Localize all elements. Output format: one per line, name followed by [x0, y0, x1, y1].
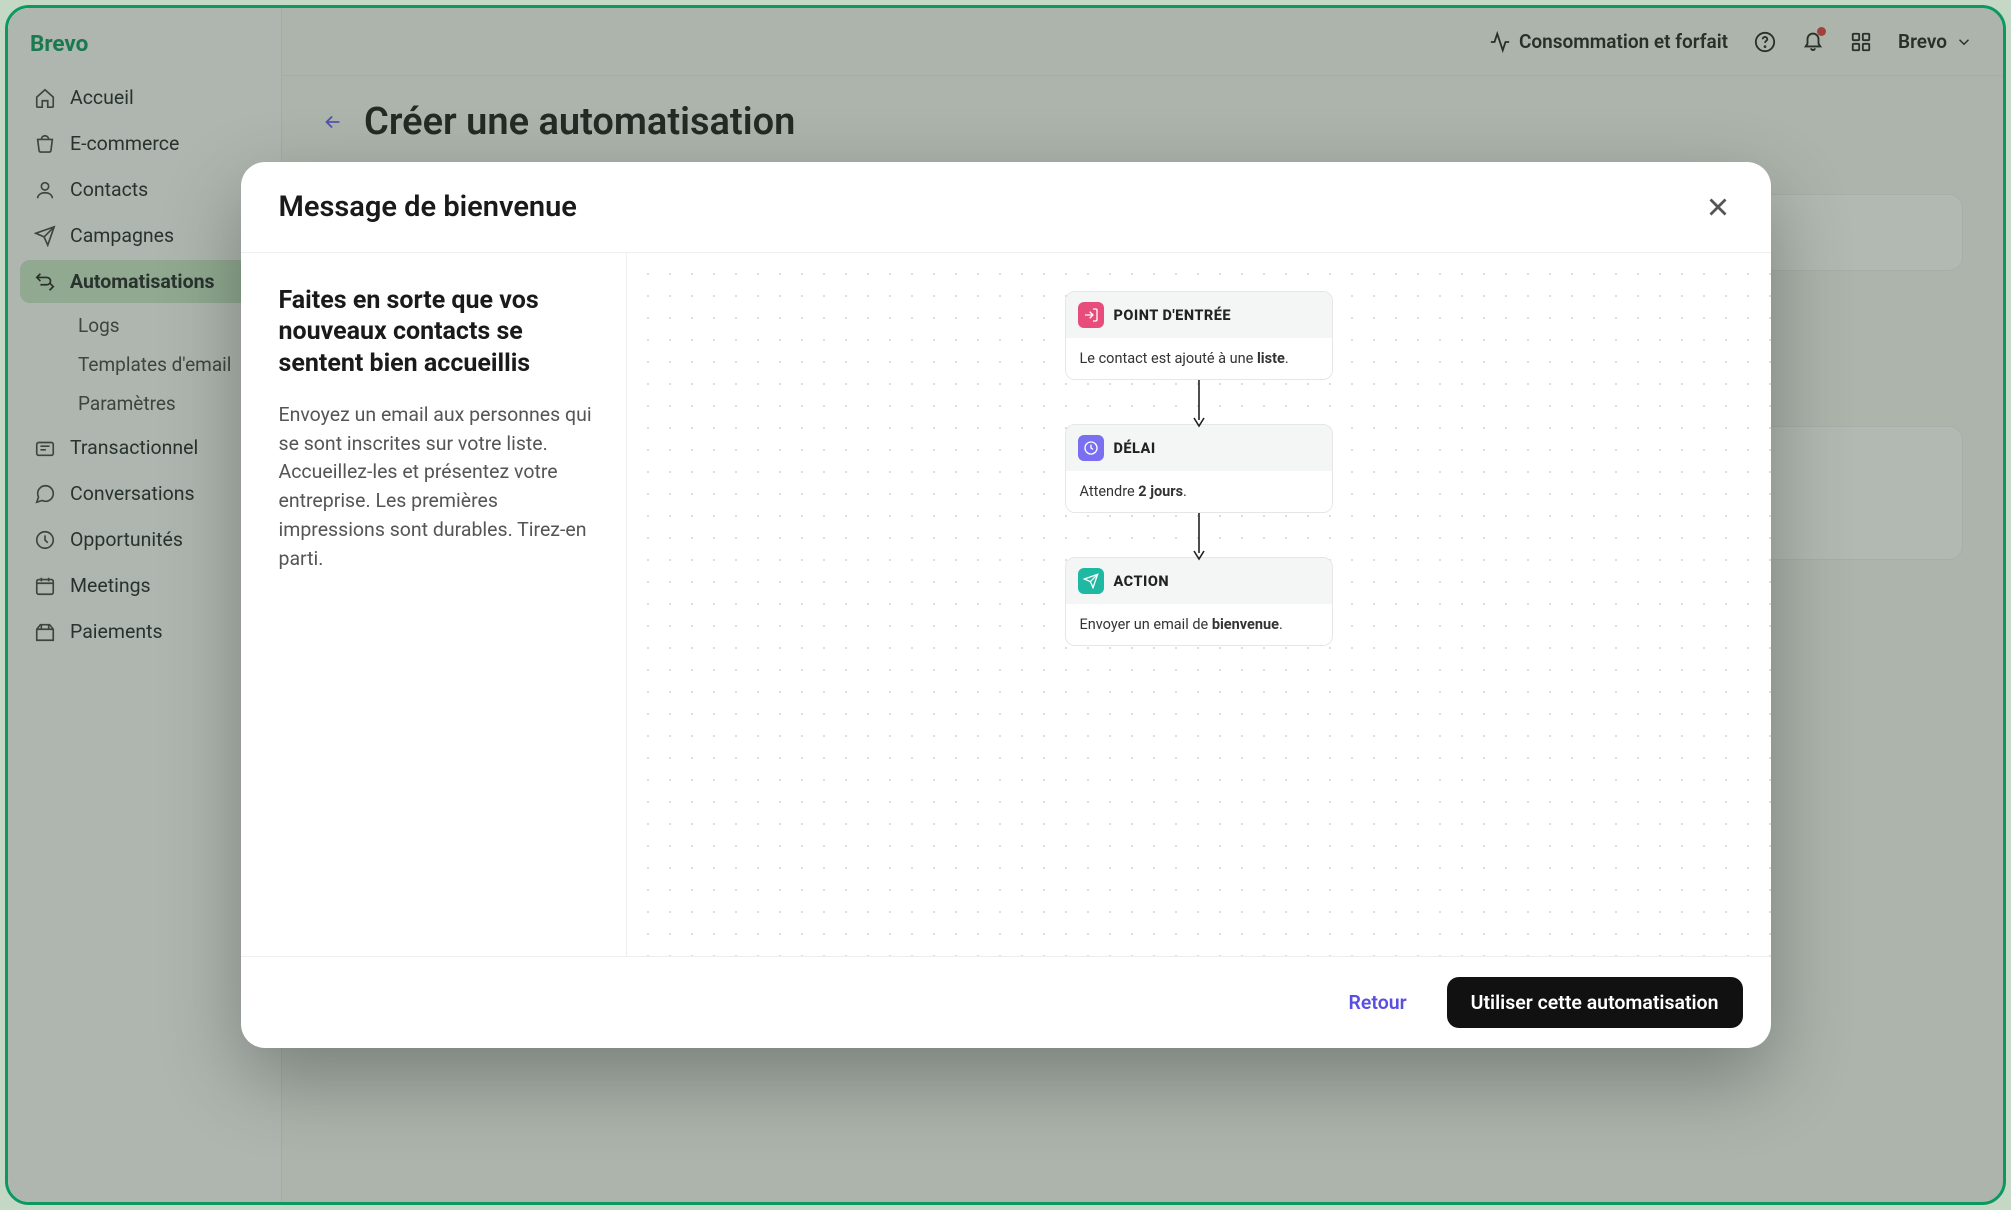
modal-sidebar: Faites en sorte que vos nouveaux contact…: [241, 253, 627, 956]
flow-delay-body: Attendre 2 jours.: [1066, 471, 1332, 512]
flow-delay-label: DÉLAI: [1114, 440, 1156, 457]
modal-title: Message de bienvenue: [279, 190, 577, 224]
flow-action-node[interactable]: ACTION Envoyer un email de bienvenue.: [1065, 557, 1333, 646]
use-automation-button[interactable]: Utiliser cette automatisation: [1447, 977, 1743, 1028]
flow-action-label: ACTION: [1114, 573, 1170, 590]
modal: Message de bienvenue Faites en sorte que…: [241, 162, 1771, 1048]
flow-canvas: POINT D'ENTRÉE Le contact est ajouté à u…: [627, 253, 1771, 956]
modal-paragraph: Envoyez un email aux personnes qui se so…: [279, 401, 596, 574]
back-button[interactable]: Retour: [1335, 981, 1421, 1024]
close-icon[interactable]: [1703, 192, 1733, 222]
entry-icon: [1078, 302, 1104, 328]
flow-action-body: Envoyer un email de bienvenue.: [1066, 604, 1332, 645]
modal-headline: Faites en sorte que vos nouveaux contact…: [279, 285, 596, 379]
flow-entry-node[interactable]: POINT D'ENTRÉE Le contact est ajouté à u…: [1065, 291, 1333, 380]
flow-entry-body: Le contact est ajouté à une liste.: [1066, 338, 1332, 379]
flow-delay-node[interactable]: DÉLAI Attendre 2 jours.: [1065, 424, 1333, 513]
send-icon: [1078, 568, 1104, 594]
flow-entry-label: POINT D'ENTRÉE: [1114, 307, 1232, 324]
clock-icon: [1078, 435, 1104, 461]
flow-connector: [1198, 380, 1200, 424]
flow-connector: [1198, 513, 1200, 557]
modal-overlay[interactable]: Message de bienvenue Faites en sorte que…: [8, 8, 2003, 1202]
